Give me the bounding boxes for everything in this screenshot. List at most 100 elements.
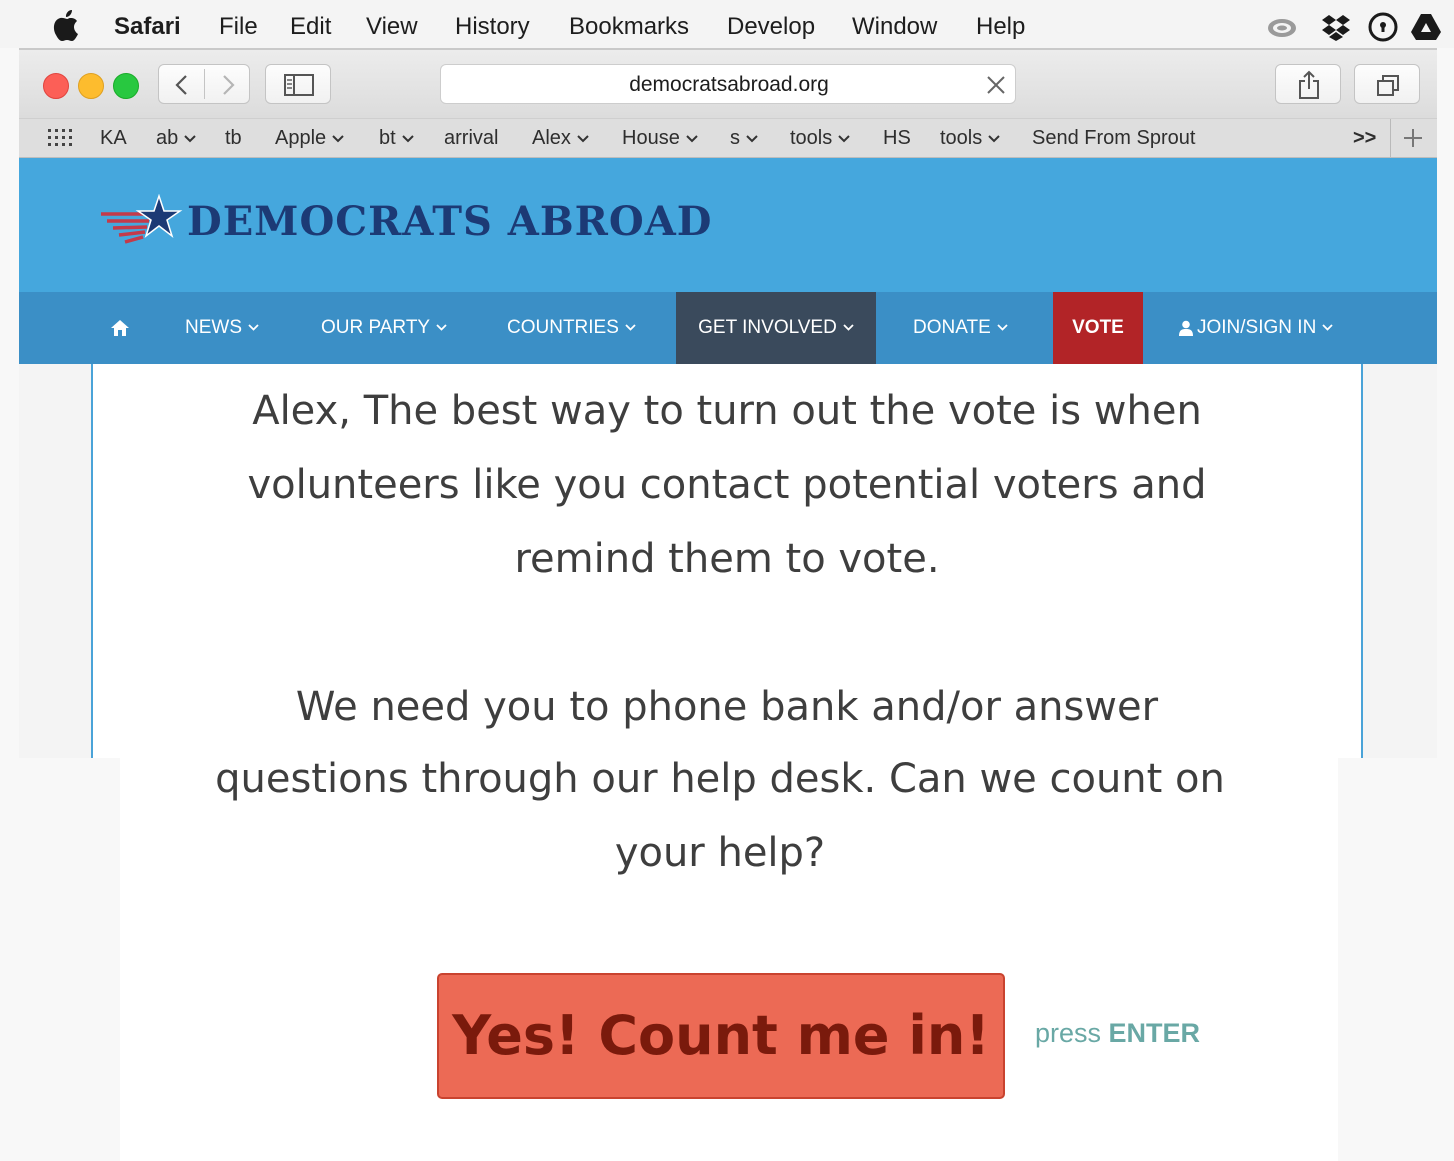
- chevron-down-icon: [184, 135, 196, 143]
- nav-our-party[interactable]: OUR PARTY: [321, 292, 447, 364]
- chevron-down-icon: [997, 324, 1008, 332]
- bookmark-folder-house[interactable]: House: [622, 119, 698, 157]
- minimize-window-button[interactable]: [78, 73, 104, 99]
- menu-develop[interactable]: Develop: [727, 12, 815, 42]
- nav-label: JOIN/SIGN IN: [1197, 317, 1317, 338]
- menu-history[interactable]: History: [455, 12, 530, 42]
- count-me-in-button[interactable]: Yes! Count me in!: [437, 973, 1005, 1099]
- nav-join-sign-in[interactable]: JOIN/SIGN IN: [1179, 292, 1333, 364]
- nav-label: COUNTRIES: [507, 317, 619, 338]
- chevron-down-icon: [1322, 324, 1333, 332]
- menu-bar: Safari File Edit View History Bookmarks …: [0, 0, 1454, 48]
- bookmark-tb[interactable]: tb: [225, 119, 242, 157]
- bookmark-label: Apple: [275, 127, 327, 149]
- bookmark-label: ab: [156, 127, 179, 149]
- press-label: press: [1035, 1018, 1102, 1048]
- nav-label: DONATE: [913, 317, 991, 338]
- address-bar[interactable]: democratsabroad.org: [440, 64, 1016, 104]
- bookmark-hs[interactable]: HS: [883, 119, 911, 157]
- chevron-down-icon: [577, 135, 589, 143]
- bookmarks-bar: KA ab tb Apple bt arrival Alex House s t…: [19, 118, 1437, 158]
- chevron-down-icon: [401, 135, 414, 143]
- apple-logo-icon[interactable]: [52, 8, 82, 42]
- nav-news[interactable]: NEWS: [185, 292, 259, 364]
- content-panel: Alex, The best way to turn out the vote …: [91, 364, 1363, 758]
- chevron-down-icon: [248, 324, 259, 332]
- tabs-overview-button[interactable]: [1354, 64, 1420, 104]
- intro-line: Alex, The best way to turn out the vote …: [252, 388, 1202, 434]
- menu-view[interactable]: View: [366, 12, 418, 42]
- bookmark-folder-tools[interactable]: tools: [790, 119, 850, 157]
- menu-safari[interactable]: Safari: [114, 12, 181, 42]
- close-icon[interactable]: [986, 75, 1006, 95]
- bookmark-arrival[interactable]: arrival: [444, 119, 498, 157]
- close-window-button[interactable]: [43, 73, 69, 99]
- enter-key-label: ENTER: [1108, 1018, 1201, 1048]
- chevron-down-icon: [625, 324, 636, 332]
- bookmark-folder-apple[interactable]: Apple: [275, 119, 344, 157]
- url-text: democratsabroad.org: [629, 73, 829, 96]
- press-enter-hint: press ENTER: [1035, 1018, 1200, 1049]
- chevron-left-icon[interactable]: [172, 73, 192, 97]
- menu-bookmarks[interactable]: Bookmarks: [569, 12, 689, 42]
- sidebar-icon: [284, 74, 314, 96]
- menu-file[interactable]: File: [219, 12, 258, 42]
- bookmark-label: tools: [940, 127, 983, 149]
- password-manager-icon[interactable]: [1367, 11, 1399, 43]
- creative-cloud-icon[interactable]: [1266, 11, 1298, 43]
- bookmark-folder-ab[interactable]: ab: [156, 119, 196, 157]
- zoom-window-button[interactable]: [113, 73, 139, 99]
- chevron-down-icon: [686, 135, 698, 143]
- chevron-down-icon: [838, 135, 850, 143]
- request-paragraph-top: We need you to phone bank and/or answer: [127, 670, 1327, 744]
- menu-window[interactable]: Window: [852, 12, 937, 42]
- site-logo-text[interactable]: DEMOCRATS ABROAD: [187, 198, 712, 245]
- site-nav: NEWS OUR PARTY COUNTRIES GET INVOLVED DO…: [19, 292, 1437, 364]
- bookmark-label: House: [622, 127, 680, 149]
- intro-paragraph: Alex, The best way to turn out the vote …: [127, 374, 1327, 596]
- back-forward-group: [158, 64, 250, 104]
- bookmark-label: bt: [379, 127, 396, 149]
- dropbox-icon[interactable]: [1320, 11, 1352, 43]
- home-icon[interactable]: [110, 319, 130, 337]
- bookmark-folder-bt[interactable]: bt: [379, 119, 414, 157]
- bookmark-folder-alex[interactable]: Alex: [532, 119, 589, 157]
- bookmarks-overflow-button[interactable]: >>: [1353, 119, 1376, 157]
- chevron-down-icon: [746, 135, 758, 143]
- menu-edit[interactable]: Edit: [290, 12, 331, 42]
- site-header: DEMOCRATS ABROAD: [19, 158, 1437, 292]
- new-tab-icon[interactable]: [1403, 128, 1423, 148]
- bookmark-ka[interactable]: KA: [100, 119, 127, 157]
- browser-toolbar: democratsabroad.org: [19, 50, 1437, 118]
- request-paragraph-bottom: questions through our help desk. Can we …: [120, 742, 1320, 890]
- chevron-right-icon[interactable]: [218, 73, 238, 97]
- menu-help[interactable]: Help: [976, 12, 1025, 42]
- intro-line: volunteers like you contact potential vo…: [247, 462, 1207, 508]
- bookmark-label: tools: [790, 127, 833, 149]
- share-button[interactable]: [1275, 64, 1341, 104]
- request-line: questions through our help desk. Can we …: [215, 756, 1225, 802]
- bookmark-folder-tools-2[interactable]: tools: [940, 119, 1000, 157]
- bookmark-label: Alex: [532, 127, 571, 149]
- apps-grid-icon[interactable]: [47, 128, 75, 148]
- user-icon: [1179, 320, 1193, 336]
- tabs-overview-icon: [1377, 75, 1399, 96]
- nav-vote[interactable]: VOTE: [1053, 292, 1143, 364]
- nav-get-involved[interactable]: GET INVOLVED: [676, 292, 876, 364]
- bookmark-folder-s[interactable]: s: [730, 119, 758, 157]
- google-drive-icon[interactable]: [1410, 11, 1442, 43]
- democrats-abroad-logo-icon[interactable]: [99, 194, 185, 252]
- chevron-down-icon: [843, 324, 854, 332]
- chevron-down-icon: [332, 135, 344, 143]
- intro-line: remind them to vote.: [514, 536, 940, 582]
- nav-label: GET INVOLVED: [698, 317, 837, 338]
- nav-donate[interactable]: DONATE: [913, 292, 1008, 364]
- nav-label: NEWS: [185, 317, 242, 338]
- nav-label: OUR PARTY: [321, 317, 431, 338]
- nav-countries[interactable]: COUNTRIES: [507, 292, 636, 364]
- browser-window: democratsabroad.org KA ab tb Apple bt ar…: [19, 48, 1437, 758]
- sidebar-button[interactable]: [265, 64, 331, 104]
- request-line: your help?: [614, 830, 826, 876]
- chevron-down-icon: [436, 324, 447, 332]
- bookmark-send-from-sprout[interactable]: Send From Sprout: [1032, 119, 1195, 157]
